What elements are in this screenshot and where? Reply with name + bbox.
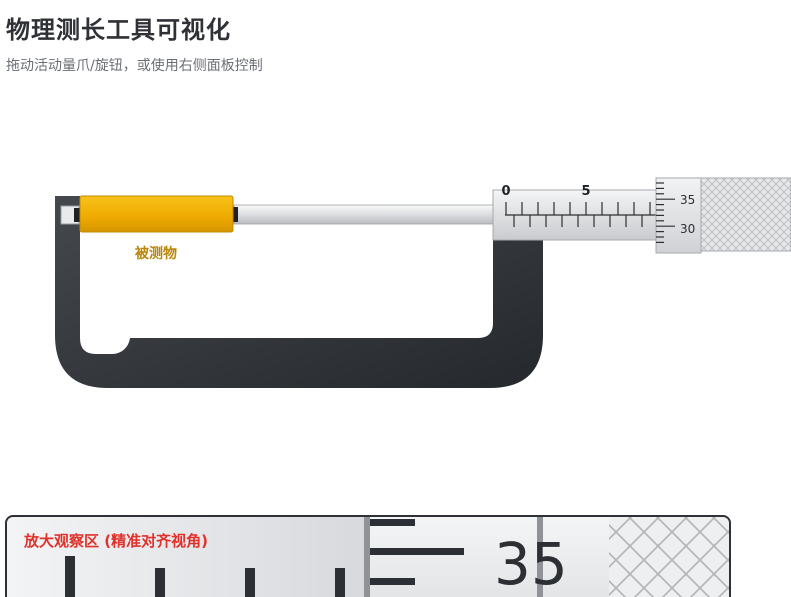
zoom-panel-title: 放大观察区 (精准对齐视角) — [23, 532, 208, 550]
zoom-panel: 35 放大观察区 (精准对齐视角) — [5, 515, 731, 597]
zoom-thimble-number: 35 — [494, 530, 568, 597]
zoom-ratchet-knurl — [609, 516, 730, 597]
page: 物理测长工具可视化 拖动活动量爪/旋钮，或使用右侧面板控制 被测物 0 5 35… — [0, 0, 791, 597]
